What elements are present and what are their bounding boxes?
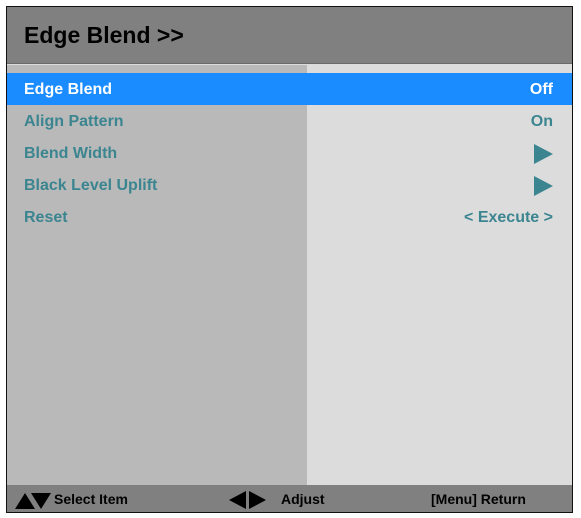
title-bar: Edge Blend >> — [7, 7, 572, 64]
menu-item-label: Edge Blend — [24, 81, 113, 98]
menu-item-value[interactable]: Off — [530, 81, 553, 99]
triangle-down-icon — [31, 493, 51, 509]
triangle-right-icon[interactable] — [534, 176, 553, 196]
menu-list: Edge Blend Off Align Pattern On Blend Wi… — [7, 73, 572, 233]
triangle-right-icon — [249, 491, 266, 509]
menu-item-edge-blend[interactable]: Edge Blend Off — [7, 73, 572, 105]
adjust-label: Adjust — [281, 491, 325, 507]
triangle-right-icon[interactable] — [534, 144, 553, 164]
menu-item-blend-width[interactable]: Blend Width — [7, 137, 572, 169]
edge-blend-menu-window: Edge Blend >> Edge Blend Off Align Patte… — [6, 6, 573, 513]
select-item-label: Select Item — [54, 491, 128, 507]
menu-content: Edge Blend Off Align Pattern On Blend Wi… — [7, 65, 572, 486]
footer-hint-bar: Select Item Adjust [Menu] Return — [7, 485, 572, 512]
menu-item-reset[interactable]: Reset < Execute > — [7, 201, 572, 233]
triangle-left-icon — [229, 491, 246, 509]
menu-title: Edge Blend >> — [24, 22, 184, 48]
menu-return-label: [Menu] Return — [431, 491, 526, 507]
menu-item-value[interactable]: On — [531, 113, 553, 131]
menu-item-label: Align Pattern — [24, 113, 124, 130]
menu-item-label: Reset — [24, 209, 68, 226]
menu-item-align-pattern[interactable]: Align Pattern On — [7, 105, 572, 137]
menu-item-value[interactable]: < Execute > — [464, 209, 553, 227]
menu-item-label: Black Level Uplift — [24, 177, 158, 194]
menu-item-label: Blend Width — [24, 145, 118, 162]
menu-item-black-level-uplift[interactable]: Black Level Uplift — [7, 169, 572, 201]
